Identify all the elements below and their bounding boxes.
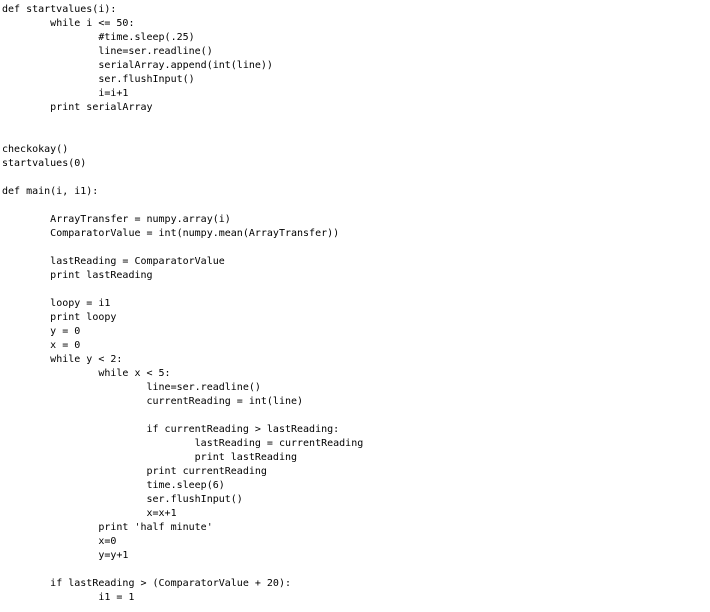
code-line: currentReading = int(line) xyxy=(2,396,304,407)
code-line: while x < 5: xyxy=(2,368,171,379)
code-line: y = 0 xyxy=(2,326,81,337)
code-line: i=i+1 xyxy=(2,88,129,99)
code-line: loopy = i1 xyxy=(2,298,111,309)
code-line: x=0 xyxy=(2,536,117,547)
code-line: lastReading = ComparatorValue xyxy=(2,256,225,267)
code-line: x = 0 xyxy=(2,340,81,351)
code-line: startvalues(0) xyxy=(2,158,87,169)
code-line: y=y+1 xyxy=(2,550,129,561)
code-line: if lastReading > (ComparatorValue + 20): xyxy=(2,578,291,589)
code-line: def main(i, i1): xyxy=(2,186,99,197)
code-line: if currentReading > lastReading: xyxy=(2,424,340,435)
code-line: i1 = 1 xyxy=(2,592,135,603)
code-listing: def startvalues(i): while i <= 50: #time… xyxy=(2,3,363,605)
code-line: ser.flushInput() xyxy=(2,494,243,505)
code-line: print lastReading xyxy=(2,452,298,463)
code-line: print 'half minute' xyxy=(2,522,213,533)
code-line: while y < 2: xyxy=(2,354,123,365)
code-line: #time.sleep(.25) xyxy=(2,32,195,43)
code-line: lastReading = currentReading xyxy=(2,438,364,449)
code-line: line=ser.readline() xyxy=(2,382,261,393)
code-line: checkokay() xyxy=(2,144,69,155)
code-line: time.sleep(6) xyxy=(2,480,225,491)
code-line: serialArray.append(int(line)) xyxy=(2,60,273,71)
code-line: line=ser.readline() xyxy=(2,46,213,57)
code-line: ComparatorValue = int(numpy.mean(ArrayTr… xyxy=(2,228,340,239)
code-line: print lastReading xyxy=(2,270,153,281)
code-line: print serialArray xyxy=(2,102,153,113)
code-line: print currentReading xyxy=(2,466,267,477)
code-line: ser.flushInput() xyxy=(2,74,195,85)
code-line: x=x+1 xyxy=(2,508,177,519)
code-line: def startvalues(i): xyxy=(2,4,117,15)
code-line: ArrayTransfer = numpy.array(i) xyxy=(2,214,231,225)
code-line: while i <= 50: xyxy=(2,18,135,29)
code-line: print loopy xyxy=(2,312,117,323)
